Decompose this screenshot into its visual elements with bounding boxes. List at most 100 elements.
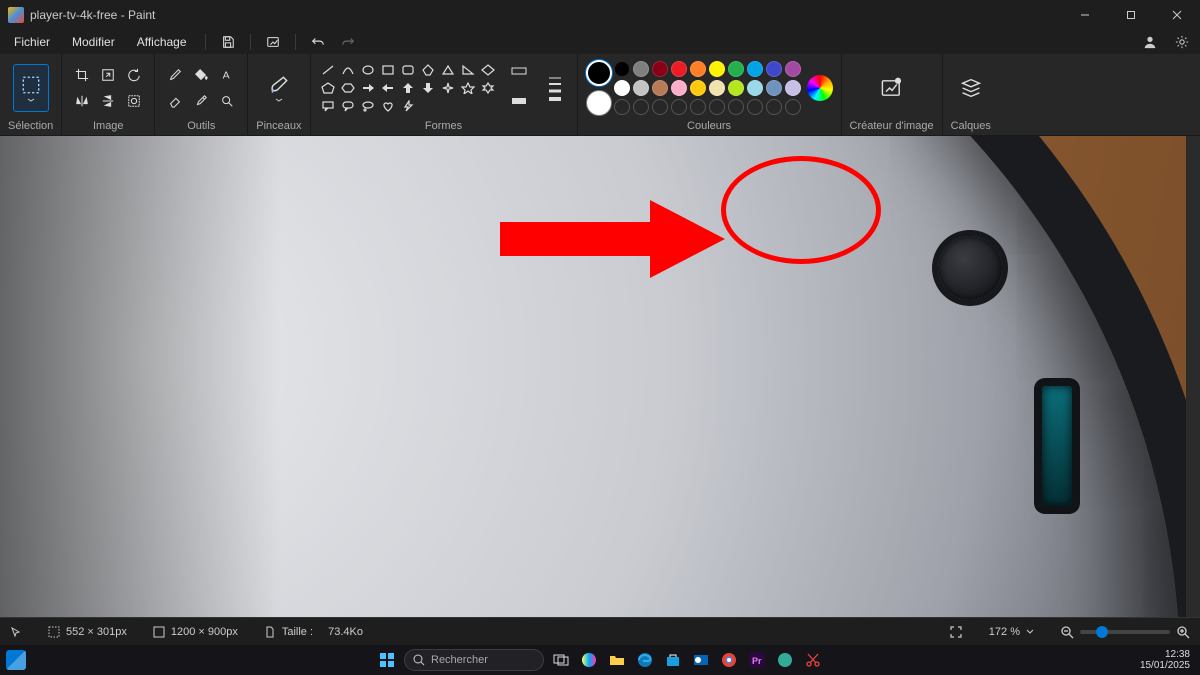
account-icon[interactable] (1136, 31, 1164, 53)
widgets-button[interactable] (6, 650, 26, 670)
import-button[interactable] (259, 31, 287, 53)
shape-pentagon[interactable] (319, 80, 337, 96)
undo-button[interactable] (304, 31, 332, 53)
shape-star6[interactable] (479, 80, 497, 96)
shape-rect[interactable] (379, 62, 397, 78)
settings-icon[interactable] (1168, 31, 1196, 53)
fill-tool[interactable] (189, 63, 213, 87)
remove-bg-tool[interactable] (122, 89, 146, 113)
save-button[interactable] (214, 31, 242, 53)
palette-swatch-empty[interactable] (690, 99, 706, 115)
palette-swatch[interactable] (785, 61, 801, 77)
store-icon[interactable] (662, 649, 684, 671)
palette-swatch[interactable] (747, 80, 763, 96)
resize-tool[interactable] (96, 63, 120, 87)
picker-tool[interactable] (189, 89, 213, 113)
palette-swatch[interactable] (785, 80, 801, 96)
palette-swatch[interactable] (633, 80, 649, 96)
color-secondary[interactable] (586, 90, 612, 116)
shape-star5[interactable] (459, 80, 477, 96)
shape-line[interactable] (319, 62, 337, 78)
palette-swatch[interactable] (633, 61, 649, 77)
outlook-icon[interactable] (690, 649, 712, 671)
menu-edit[interactable]: Modifier (62, 32, 125, 52)
task-view-button[interactable] (550, 649, 572, 671)
palette-swatch[interactable] (652, 61, 668, 77)
magnifier-tool[interactable] (215, 89, 239, 113)
shape-fill-dropdown[interactable] (505, 89, 533, 117)
shape-polygon[interactable] (419, 62, 437, 78)
eraser-tool[interactable] (163, 89, 187, 113)
menu-view[interactable]: Affichage (127, 32, 197, 52)
palette-swatch-empty[interactable] (671, 99, 687, 115)
color-primary[interactable] (586, 60, 612, 86)
system-tray-clock[interactable]: 12:38 15/01/2025 (1140, 649, 1194, 671)
palette-swatch[interactable] (671, 80, 687, 96)
palette-swatch[interactable] (614, 61, 630, 77)
crop-tool[interactable] (70, 63, 94, 87)
shape-callout-rect[interactable] (319, 98, 337, 114)
palette-swatch-empty[interactable] (766, 99, 782, 115)
image-creator-button[interactable] (874, 64, 910, 112)
palette-swatch[interactable] (766, 80, 782, 96)
palette-swatch[interactable] (690, 61, 706, 77)
edge-icon[interactable] (634, 649, 656, 671)
canvas-viewport[interactable] (0, 136, 1200, 617)
window-maximize-button[interactable] (1108, 0, 1154, 30)
shape-heart[interactable] (379, 98, 397, 114)
redo-button[interactable] (334, 31, 362, 53)
copilot-icon[interactable] (578, 649, 600, 671)
shape-oval[interactable] (359, 62, 377, 78)
flip-h-tool[interactable] (70, 89, 94, 113)
fit-screen-button[interactable] (949, 625, 963, 639)
palette-swatch-empty[interactable] (728, 99, 744, 115)
palette-swatch-empty[interactable] (785, 99, 801, 115)
shape-hexagon[interactable] (339, 80, 357, 96)
zoom-out-icon[interactable] (1060, 625, 1074, 639)
flip-v-tool[interactable] (96, 89, 120, 113)
taskbar-search[interactable]: Rechercher (404, 649, 544, 671)
palette-swatch-empty[interactable] (614, 99, 630, 115)
brushes-dropdown[interactable] (261, 64, 297, 112)
palette-swatch[interactable] (766, 61, 782, 77)
palette-swatch[interactable] (652, 80, 668, 96)
shape-callout-round[interactable] (339, 98, 357, 114)
vertical-scrollbar[interactable] (1186, 136, 1200, 617)
explorer-icon[interactable] (606, 649, 628, 671)
palette-swatch[interactable] (709, 61, 725, 77)
pencil-tool[interactable] (163, 63, 187, 87)
zoom-level[interactable]: 172 % (989, 626, 1034, 638)
palette-swatch[interactable] (728, 80, 744, 96)
shape-arrow-down[interactable] (419, 80, 437, 96)
window-minimize-button[interactable] (1062, 0, 1108, 30)
shape-arrow-up[interactable] (399, 80, 417, 96)
premiere-icon[interactable]: Pr (746, 649, 768, 671)
window-close-button[interactable] (1154, 0, 1200, 30)
stroke-width-dropdown[interactable] (541, 60, 569, 116)
palette-swatch[interactable] (671, 61, 687, 77)
snipping-icon[interactable] (802, 649, 824, 671)
shape-arrow-right[interactable] (359, 80, 377, 96)
shape-outline-dropdown[interactable] (505, 59, 533, 87)
palette-swatch-empty[interactable] (709, 99, 725, 115)
text-tool[interactable]: A (215, 63, 239, 87)
shape-diamond[interactable] (479, 62, 497, 78)
palette-swatch[interactable] (614, 80, 630, 96)
shape-triangle[interactable] (439, 62, 457, 78)
rotate-tool[interactable] (122, 63, 146, 87)
zoom-slider[interactable] (1060, 625, 1190, 639)
shape-curve[interactable] (339, 62, 357, 78)
layers-button[interactable] (953, 64, 989, 112)
selection-tool[interactable] (13, 64, 49, 112)
palette-swatch-empty[interactable] (652, 99, 668, 115)
palette-swatch[interactable] (690, 80, 706, 96)
palette-swatch-empty[interactable] (633, 99, 649, 115)
shape-lightning[interactable] (399, 98, 417, 114)
edit-colors-button[interactable] (807, 75, 833, 101)
zoom-in-icon[interactable] (1176, 625, 1190, 639)
chrome-icon[interactable] (718, 649, 740, 671)
shape-right-triangle[interactable] (459, 62, 477, 78)
palette-swatch[interactable] (709, 80, 725, 96)
palette-swatch[interactable] (747, 61, 763, 77)
shape-star4[interactable] (439, 80, 457, 96)
